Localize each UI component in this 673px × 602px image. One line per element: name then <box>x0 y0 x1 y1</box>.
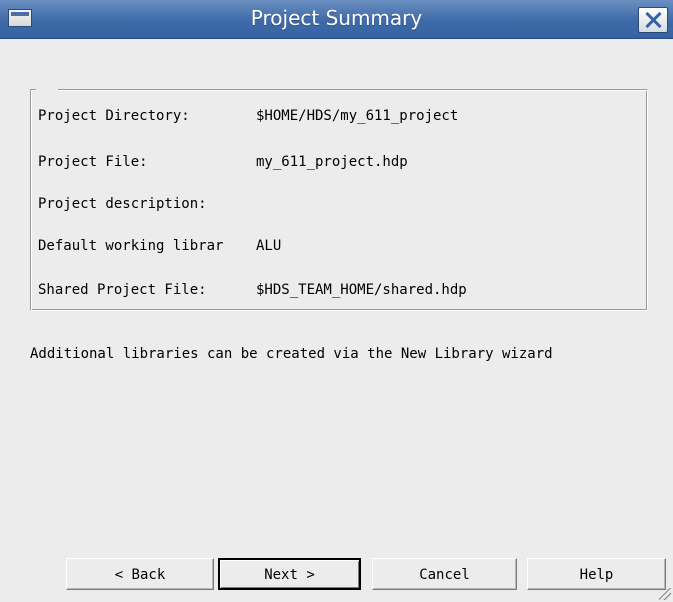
default-working-library-label: Default working librar <box>38 238 224 254</box>
resize-grip-icon[interactable] <box>659 588 671 600</box>
next-button[interactable]: Next > <box>218 558 361 590</box>
project-directory-label: Project Directory: <box>38 108 190 124</box>
project-file-label: Project File: <box>38 154 148 170</box>
close-icon[interactable] <box>638 7 668 33</box>
project-file-value: my_611_project.hdp <box>256 154 408 170</box>
window-title: Project Summary <box>250 6 423 30</box>
help-button[interactable]: Help <box>527 558 666 590</box>
project-description-label: Project description: <box>38 196 207 212</box>
additional-libraries-info: Additional libraries can be created via … <box>30 346 553 362</box>
back-button[interactable]: < Back <box>66 558 214 590</box>
cancel-button[interactable]: Cancel <box>372 558 517 590</box>
default-working-library-value: ALU <box>256 238 282 254</box>
title-bar[interactable]: Project Summary <box>0 0 673 39</box>
shared-project-file-label: Shared Project File: <box>38 282 207 298</box>
project-directory-value: $HOME/HDS/my_611_project <box>256 108 459 124</box>
project-summary-dialog: Project Summary Project Directory: $HOME… <box>0 0 673 602</box>
group-box-title-gap <box>36 86 58 92</box>
shared-project-file-value: $HDS_TEAM_HOME/shared.hdp <box>256 282 467 298</box>
